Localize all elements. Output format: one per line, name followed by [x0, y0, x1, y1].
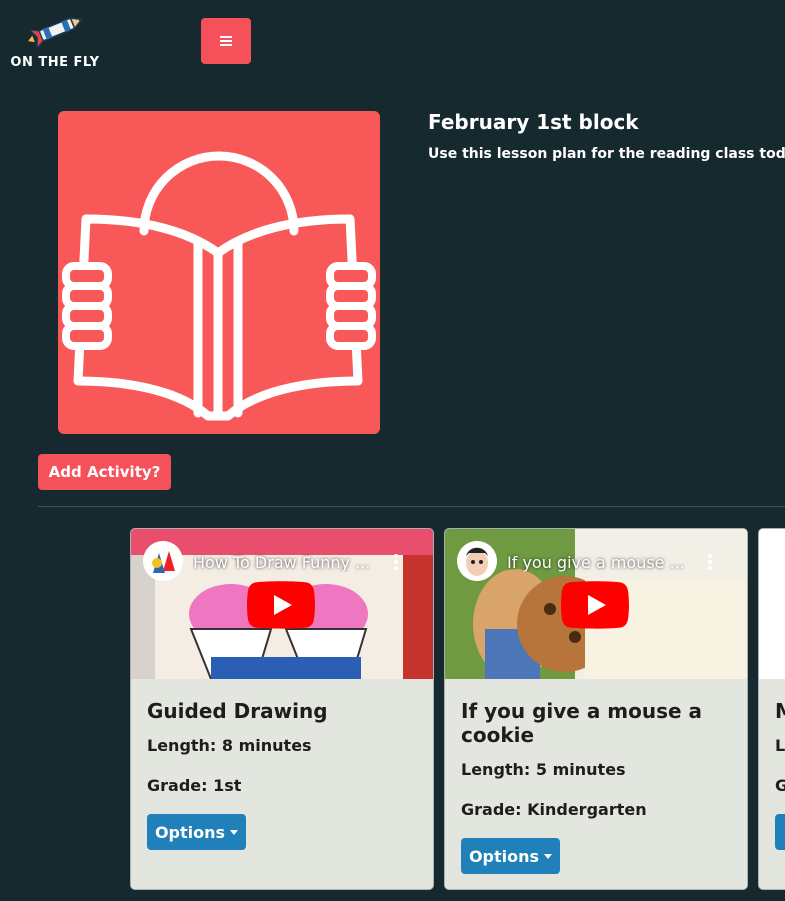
rocket-pencil-icon: [28, 17, 84, 48]
video-embed[interactable]: If you give a mouse ...: [445, 529, 747, 679]
activity-title: If you give a mouse a cookie: [461, 699, 703, 747]
activity-card-mouse-cookie: If you give a mouse ... If you give a mo…: [444, 528, 748, 890]
channel-avatar[interactable]: [457, 541, 497, 581]
logo-text: ON THE FLY: [10, 55, 100, 70]
options-label: Options: [154, 822, 226, 842]
caret-down-icon: [230, 829, 239, 835]
more-options-icon[interactable]: [393, 553, 399, 571]
activity-length: Length: 8 minutes: [147, 736, 312, 755]
section-divider: [38, 506, 785, 507]
options-dropdown-button[interactable]: [775, 814, 785, 850]
activity-grade: G: [775, 776, 785, 795]
video-embed[interactable]: How To Draw Funny ...: [131, 529, 433, 679]
lesson-plan-title: February 1st block: [428, 110, 639, 134]
play-button-icon[interactable]: [561, 581, 629, 629]
lesson-plan-description: Use this lesson plan for the reading cla…: [428, 146, 785, 162]
activity-title: Guided Drawing: [147, 699, 328, 723]
options-label: Options: [468, 846, 540, 866]
hamburger-icon: [220, 36, 232, 46]
activity-grade: Grade: 1st: [147, 776, 242, 795]
video-embed[interactable]: [759, 529, 785, 679]
video-title[interactable]: If you give a mouse ...: [507, 553, 685, 572]
activity-length: Length: 5 minutes: [461, 760, 626, 779]
lesson-plan-image: [58, 111, 380, 434]
play-button-icon[interactable]: [247, 581, 315, 629]
add-activity-button[interactable]: Add Activity?: [38, 454, 171, 490]
activity-title: M: [775, 699, 785, 723]
options-dropdown-button[interactable]: Options: [461, 838, 560, 874]
activity-card-partial: M Le G: [758, 528, 785, 890]
menu-toggle-button[interactable]: [201, 18, 251, 64]
more-options-icon[interactable]: [707, 553, 713, 571]
activity-length: Le: [775, 736, 785, 755]
video-title[interactable]: How To Draw Funny ...: [193, 553, 370, 572]
channel-avatar[interactable]: [143, 541, 183, 581]
site-logo[interactable]: ON THE FLY: [8, 12, 104, 74]
options-dropdown-button[interactable]: Options: [147, 814, 246, 850]
caret-down-icon: [544, 853, 553, 859]
activity-grade: Grade: Kindergarten: [461, 800, 647, 819]
activity-card-guided-drawing: How To Draw Funny ... Guided Drawing Len…: [130, 528, 434, 890]
reading-book-icon: [62, 151, 376, 421]
